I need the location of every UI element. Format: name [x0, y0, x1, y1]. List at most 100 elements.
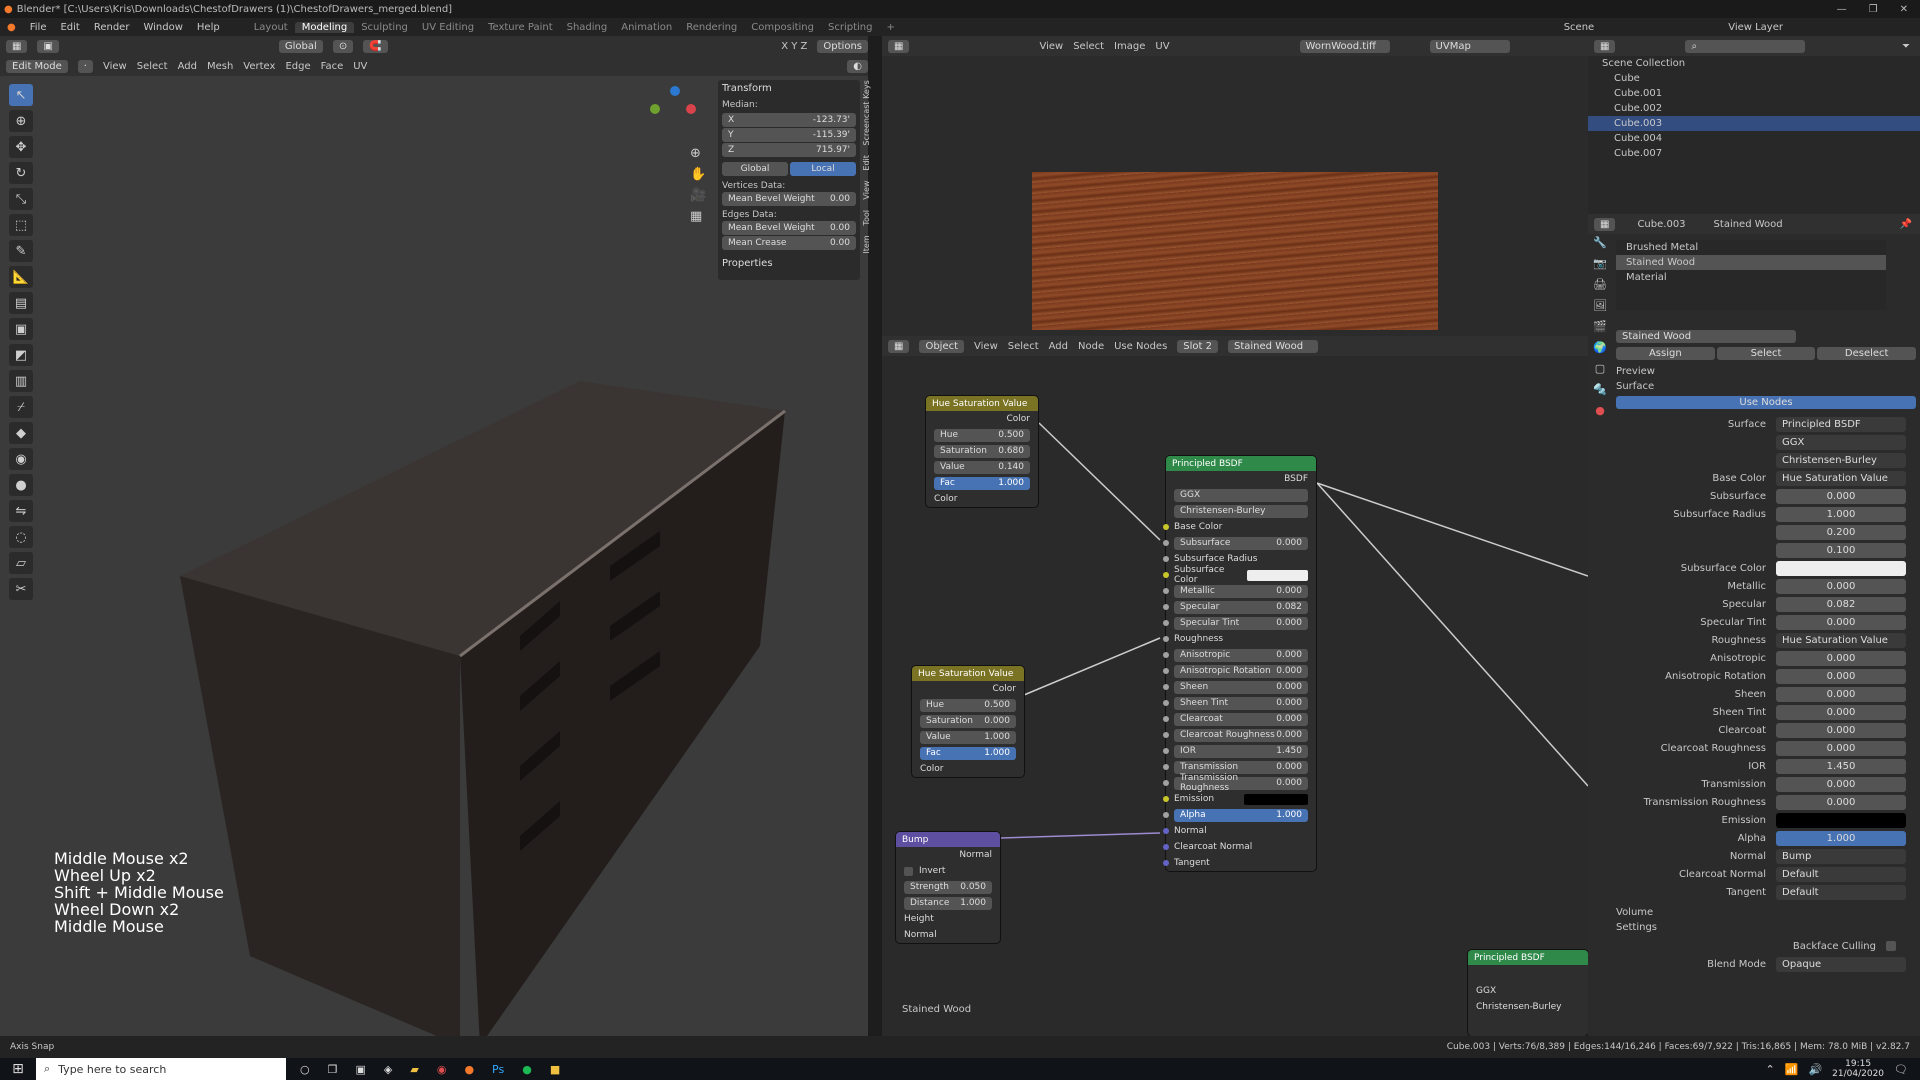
bsdf-input-row[interactable]: Clearcoat Roughness 0.000	[1163, 727, 1316, 743]
menu-view[interactable]: View	[103, 61, 127, 72]
bump-node[interactable]: Bump Normal Invert Strength 0.050 Distanc…	[896, 832, 1000, 943]
scene-collection[interactable]: Scene Collection	[1588, 56, 1920, 71]
property-value[interactable]: 0.000	[1776, 704, 1906, 720]
bsdf-input-row[interactable]: Clearcoat 0.000	[1163, 711, 1316, 727]
tab-animation[interactable]: Animation	[614, 22, 679, 33]
scale-icon[interactable]: ⤡	[9, 188, 33, 210]
menu-vertex[interactable]: Vertex	[243, 61, 275, 72]
input-socket-icon[interactable]	[1163, 764, 1169, 770]
property-value[interactable]: 0.000	[1776, 740, 1906, 756]
invert-checkbox[interactable]: Invert	[896, 863, 1000, 879]
subsurface-method-dropdown[interactable]: Christensen-Burley	[1174, 504, 1308, 518]
menu-mesh[interactable]: Mesh	[207, 61, 233, 72]
deselect-button[interactable]: Deselect	[1817, 347, 1917, 360]
view-layer-tab-icon[interactable]: 🖼	[1593, 299, 1607, 312]
property-value[interactable]: 0.000	[1776, 488, 1906, 504]
bsdf-value-field[interactable]: Clearcoat 0.000	[1174, 712, 1308, 726]
backface-culling-checkbox[interactable]	[1886, 941, 1896, 951]
photoshop-icon[interactable]: Ps	[492, 1063, 504, 1076]
outliner-item[interactable]: Cube.007	[1588, 146, 1920, 161]
cortana-icon[interactable]: ○	[300, 1063, 310, 1076]
menu-window[interactable]: Window	[136, 22, 189, 33]
property-value[interactable]: Hue Saturation Value	[1776, 632, 1906, 648]
assign-button[interactable]: Assign	[1616, 347, 1715, 360]
material-tab-icon[interactable]: ●	[1595, 404, 1605, 417]
input-socket-icon[interactable]	[1163, 588, 1169, 594]
bsdf-value-field[interactable]: Metallic 0.000	[1174, 584, 1308, 598]
bsdf-input-row[interactable]: Specular Tint 0.000	[1163, 615, 1316, 631]
bsdf-input-row[interactable]: Roughness	[1163, 631, 1316, 647]
menu-view[interactable]: View	[1039, 41, 1063, 52]
material-slot-selected[interactable]: Stained Wood	[1616, 255, 1886, 270]
material-name-field[interactable]: Stained Wood	[1616, 330, 1796, 343]
property-value[interactable]: 0.000	[1776, 668, 1906, 684]
bsdf-value-field[interactable]: Specular Tint 0.000	[1174, 616, 1308, 630]
property-value[interactable]: 0.100	[1776, 542, 1906, 558]
outliner-item-selected[interactable]: Cube.003	[1588, 116, 1920, 131]
tab-shading[interactable]: Shading	[560, 22, 615, 33]
property-value[interactable]: Bump	[1776, 848, 1906, 864]
hsv-node-1[interactable]: Hue Saturation Value Color Hue 0.500 Satu…	[926, 396, 1038, 507]
outliner-item[interactable]: Cube.001	[1588, 86, 1920, 101]
view-layer-selector[interactable]: View Layer	[1721, 22, 1790, 33]
editor-type-icon[interactable]: ●	[0, 22, 23, 33]
saturation-field[interactable]: Saturation 0.000	[920, 714, 1016, 728]
filter-icon[interactable]: ⏷	[1902, 41, 1910, 52]
material-slot[interactable]: Material	[1616, 270, 1886, 285]
render-tab-icon[interactable]: 📷	[1593, 257, 1607, 270]
x-axis-icon[interactable]	[686, 104, 696, 114]
outliner-item[interactable]: Cube	[1588, 71, 1920, 86]
bsdf-input-row[interactable]: IOR 1.450	[1163, 743, 1316, 759]
property-value[interactable]: 0.000	[1776, 650, 1906, 666]
property-value[interactable]: 0.200	[1776, 524, 1906, 540]
property-value[interactable]: 1.000	[1776, 506, 1906, 522]
property-value[interactable]: 1.450	[1776, 758, 1906, 774]
camera-icon[interactable]: 🎥	[690, 188, 706, 203]
input-socket-icon[interactable]	[1163, 796, 1169, 802]
scene-tab-icon[interactable]: 🎬	[1593, 320, 1607, 333]
bsdf-input-row[interactable]: Anisotropic 0.000	[1163, 647, 1316, 663]
menu-uv[interactable]: UV	[353, 61, 367, 72]
cursor-icon[interactable]: ⊕	[9, 110, 33, 132]
tab-view[interactable]: View	[862, 181, 872, 200]
color-swatch[interactable]	[1244, 793, 1308, 805]
tab-layout[interactable]: Layout	[247, 22, 295, 33]
vertex-select-icon[interactable]: ·	[77, 59, 93, 73]
scene-selector[interactable]: Scene	[1557, 22, 1602, 33]
use-nodes-button[interactable]: Use Nodes	[1616, 396, 1916, 409]
editor-type-button[interactable]: ▦	[888, 39, 910, 53]
local-toggle[interactable]: Local	[790, 162, 856, 176]
preview-panel[interactable]: Preview	[1616, 366, 1916, 377]
taskbar-search[interactable]: ⌕ Type here to search	[36, 1058, 286, 1080]
median-x-field[interactable]: X -123.73'	[722, 113, 856, 127]
bsdf-input-row[interactable]: Subsurface 0.000	[1163, 535, 1316, 551]
input-socket-icon[interactable]	[1163, 636, 1169, 642]
bsdf-input-row[interactable]: Normal	[1163, 823, 1316, 839]
notifications-icon[interactable]: 🗨	[1894, 1063, 1908, 1076]
menu-select[interactable]: Select	[1073, 41, 1104, 52]
poly-build-icon[interactable]: ◆	[9, 422, 33, 444]
axes-toggle[interactable]: X Y Z	[781, 41, 807, 52]
settings-panel[interactable]: Settings	[1616, 922, 1916, 933]
grid-icon[interactable]: ▦	[690, 209, 706, 224]
menu-image[interactable]: Image	[1114, 41, 1145, 52]
uvmap-selector[interactable]: UVMap	[1429, 39, 1510, 53]
edge-bevel-weight-field[interactable]: Mean Bevel Weight 0.00	[722, 221, 856, 235]
chest-of-drawers-mesh[interactable]	[160, 336, 800, 1056]
smooth-icon[interactable]: ●	[9, 474, 33, 496]
input-socket-icon[interactable]	[1163, 844, 1169, 850]
rotate-icon[interactable]: ↻	[9, 162, 33, 184]
property-value[interactable]	[1776, 812, 1906, 828]
inset-icon[interactable]: ▣	[9, 318, 33, 340]
measure-icon[interactable]: 📐	[9, 266, 33, 288]
rip-icon[interactable]: ✂	[9, 578, 33, 600]
clock-time[interactable]: 19:15	[1845, 1059, 1871, 1069]
input-socket-icon[interactable]	[1163, 652, 1169, 658]
input-socket-icon[interactable]	[1163, 668, 1169, 674]
input-socket-icon[interactable]	[1163, 748, 1169, 754]
tab-scripting[interactable]: Scripting	[821, 22, 879, 33]
windows-start-icon[interactable]: ⊞	[0, 1061, 36, 1077]
bsdf-input-row[interactable]: Emission	[1163, 791, 1316, 807]
zoom-icon[interactable]: ⊕	[690, 146, 706, 161]
search-icon[interactable]: ⌕	[1685, 39, 1806, 53]
